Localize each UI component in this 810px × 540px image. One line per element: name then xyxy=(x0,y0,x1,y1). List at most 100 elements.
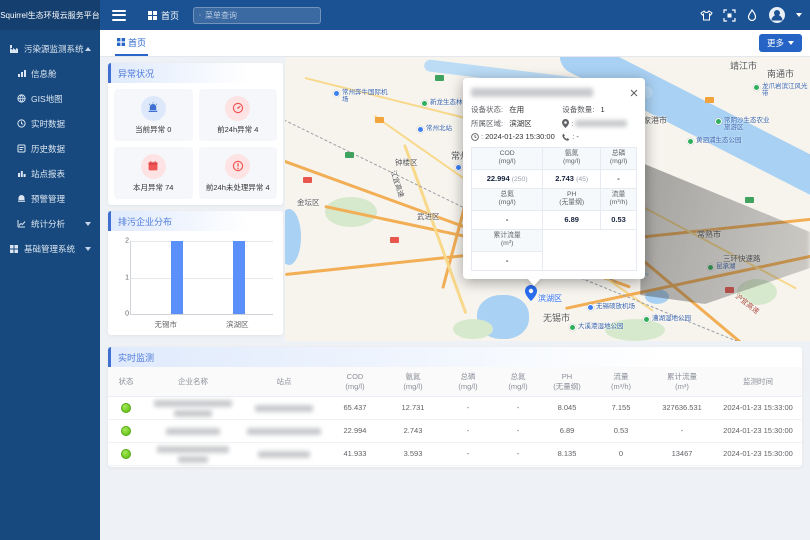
tab-home-label: 首页 xyxy=(128,36,146,49)
stat-card-24h-abnormal: 前24h异常 4 xyxy=(199,89,278,141)
exclamation-circle-icon xyxy=(225,154,250,179)
device-location-pin[interactable] xyxy=(525,285,537,306)
stat-card-current-abnormal: 当前异常 0 xyxy=(114,89,193,141)
history-icon xyxy=(17,144,26,153)
realtime-monitor-panel: 实时监测 状态 企业名称 站点 COD(mg/l) 氨氮(mg/l) 总磷(mg… xyxy=(108,347,802,467)
bar-binhu xyxy=(233,241,245,314)
metric-header: PH(无量纲) xyxy=(543,188,601,210)
map-poi: 黄泗浦生态公园 xyxy=(687,137,742,145)
sidebar-item-gis-map[interactable]: GIS地图 xyxy=(0,86,100,111)
table-row[interactable]: 41.933 3.593 - - 8.135 0 13467 2024-01-2… xyxy=(108,443,802,466)
device-info-popup: 设备状态: 在用 设备数量: 1 所属区域: 滨湖区 : :2024-01-23… xyxy=(463,78,645,279)
x-tick: 滨湖区 xyxy=(202,319,274,330)
breadcrumb[interactable]: 首页 xyxy=(148,9,179,22)
panel-title: 异常状况 xyxy=(108,63,283,83)
device-phone: - xyxy=(576,132,579,141)
gauge-icon xyxy=(225,96,250,121)
redacted-station-name xyxy=(255,405,313,412)
redacted-company-name xyxy=(144,400,242,417)
stat-card-label: 前24h未处理异常 4 xyxy=(206,182,270,193)
map-label-binhu: 滨湖区 xyxy=(538,293,562,304)
map-poi: 常州北站 xyxy=(417,125,452,133)
clock-icon xyxy=(17,119,26,128)
fullscreen-icon[interactable] xyxy=(723,9,736,22)
y-tick: 2 xyxy=(117,238,129,245)
map-label-district: 钟楼区 xyxy=(395,157,418,168)
status-online-dot xyxy=(121,449,131,459)
map-label-city: 南通市 xyxy=(767,67,794,80)
report-icon xyxy=(17,169,26,178)
location-pin-icon xyxy=(562,119,569,128)
metric-header: 总氮(mg/l) xyxy=(472,188,543,210)
menu-toggle-icon[interactable] xyxy=(112,7,126,23)
sidebar-group-basic-management[interactable]: 基础管理系统 xyxy=(0,236,100,261)
chevron-up-icon xyxy=(85,47,91,51)
more-button-label: 更多 xyxy=(767,37,784,49)
user-avatar[interactable] xyxy=(768,6,786,24)
enterprise-distribution-panel: 排污企业分布 2 1 0 无锡市 滨湖区 xyxy=(108,211,283,335)
table-row[interactable]: 65.437 12.731 - - 8.045 7.155 327636.531… xyxy=(108,397,802,420)
metric-header: 累计流量(m³) xyxy=(472,229,543,251)
close-icon[interactable] xyxy=(630,84,638,102)
sidebar-item-history-data[interactable]: 历史数据 xyxy=(0,136,100,161)
sidebar-item-label: 历史数据 xyxy=(31,143,65,155)
redacted-station-name xyxy=(258,451,310,458)
map-poi: 无锡硕放机场 xyxy=(587,303,635,311)
x-axis-labels: 无锡市 滨湖区 xyxy=(130,319,273,330)
popup-metrics-table: COD(mg/l) 氨氮(mg/l) 总磷(mg/l) 22.994 (250)… xyxy=(471,147,637,271)
chevron-down-icon[interactable] xyxy=(796,13,802,17)
map-label-city: 靖江市 xyxy=(730,59,757,72)
metric-value: 0.53 xyxy=(601,210,637,229)
sidebar-item-label: GIS地图 xyxy=(31,93,63,105)
sidebar-group-pollution-monitor[interactable]: 污染源监测系统 xyxy=(0,36,100,61)
sidebar-item-alert-management[interactable]: 预警管理 xyxy=(0,186,100,211)
map-poi: 新龙生态林 xyxy=(421,99,463,107)
redacted-company-name xyxy=(471,88,593,97)
redacted-station-name xyxy=(247,428,321,435)
stat-card-24h-unhandled: 前24h未处理异常 4 xyxy=(199,147,278,199)
phone-icon xyxy=(562,133,570,141)
sidebar-menu: 污染源监测系统 信息舱 GIS地图 实时数据 历史数据 站点报表 xyxy=(0,30,100,261)
device-count-label: 设备数量: xyxy=(562,104,594,115)
bar-wuxi xyxy=(171,241,183,314)
metric-header: 流量(m³/h) xyxy=(601,188,637,210)
sidebar-item-realtime-data[interactable]: 实时数据 xyxy=(0,111,100,136)
redacted-address xyxy=(575,120,627,127)
flame-icon[interactable] xyxy=(746,9,758,22)
tab-home[interactable]: 首页 xyxy=(115,30,148,56)
map-canvas[interactable]: 靖江市 南通市 常州市 钟楼区 金坛区 武进区 无锡市 常熟市 三环快速路 张家… xyxy=(285,57,810,341)
stat-card-label: 当前异常 0 xyxy=(135,124,171,135)
lake-west xyxy=(285,209,301,265)
sidebar-item-info-cabin[interactable]: 信息舱 xyxy=(0,61,100,86)
theme-shirt-icon[interactable] xyxy=(700,9,713,22)
map-label-district: 武进区 xyxy=(417,211,440,222)
sidebar-item-label: 统计分析 xyxy=(31,218,65,230)
region-label: 所属区域: xyxy=(471,118,503,129)
metric-value: 22.994 (250) xyxy=(472,169,543,188)
region-value: 滨湖区 xyxy=(509,118,532,129)
metric-empty-cell xyxy=(543,229,637,270)
chart-plot-area: 2 1 0 xyxy=(130,241,273,315)
metric-header: COD(mg/l) xyxy=(472,148,543,170)
panel-title: 实时监测 xyxy=(108,347,802,367)
sidebar-item-station-report[interactable]: 站点报表 xyxy=(0,161,100,186)
tab-bar: 首页 更多 xyxy=(100,30,810,57)
table-header: 状态 企业名称 站点 COD(mg/l) 氨氮(mg/l) 总磷(mg/l) 总… xyxy=(108,367,802,397)
metric-value: - xyxy=(472,251,543,270)
device-info-grid: 设备状态: 在用 设备数量: 1 所属区域: 滨湖区 : :2024-01-23… xyxy=(471,104,637,141)
siren-icon xyxy=(141,96,166,121)
stat-card-label: 本月异常 74 xyxy=(133,182,173,193)
map-label-highway: 江宜高速 xyxy=(388,169,406,199)
sidebar-item-statistics[interactable]: 统计分析 xyxy=(0,211,100,236)
sidebar-item-label: 预警管理 xyxy=(31,193,65,205)
map-poi: 漕湖湿地公园 xyxy=(643,315,691,323)
chevron-down-icon xyxy=(85,247,91,251)
x-tick: 无锡市 xyxy=(130,319,202,330)
app-logo: Squirrel生态环境云服务平台 xyxy=(0,0,100,30)
table-row[interactable]: 22.994 2.743 - - 6.89 0.53 - 2024-01-23 … xyxy=(108,420,802,443)
search-input[interactable] xyxy=(205,11,315,20)
more-button[interactable]: 更多 xyxy=(759,34,802,52)
globe-icon xyxy=(17,94,26,103)
sidebar-item-label: 实时数据 xyxy=(31,118,65,130)
topbar: 首页 xyxy=(100,0,810,30)
